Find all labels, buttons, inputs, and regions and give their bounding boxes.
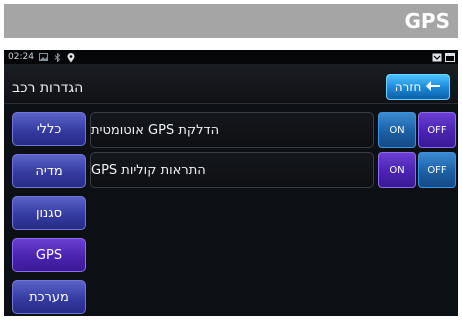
toggle-on-label: ON (389, 164, 405, 176)
setting-label: התראות קוליות GPS (91, 162, 206, 178)
gps-voice-alerts-on-button[interactable]: ON (378, 152, 416, 188)
sidebar-item-system[interactable]: מערכת (12, 280, 86, 314)
page-title: GPS (404, 9, 450, 33)
head-unit-screen: 02:24 חזרה הגדרות רכב כללי מדיה סגנון GP… (4, 50, 458, 316)
toggle-on-label: ON (389, 124, 405, 136)
back-arrow-icon (425, 80, 441, 95)
image-icon (38, 53, 48, 61)
location-pin-icon (67, 53, 76, 63)
gps-auto-start-on-button[interactable]: ON (378, 112, 416, 148)
battery-icon (432, 53, 442, 62)
page-title-bar: GPS (4, 4, 458, 38)
status-time: 02:24 (8, 52, 34, 62)
sidebar-item-label: מערכת (29, 289, 69, 305)
sidebar-item-gps[interactable]: GPS (12, 238, 86, 272)
sidebar-item-general[interactable]: כללי (12, 112, 86, 146)
sidebar-item-label: מדיה (35, 163, 63, 179)
back-button[interactable]: חזרה (386, 74, 450, 100)
window-icon (445, 53, 455, 62)
back-label: חזרה (394, 80, 422, 94)
gps-voice-alerts-off-button[interactable]: OFF (418, 152, 456, 188)
setting-row-gps-auto-start: הדלקת GPS אוטומטית (90, 112, 374, 148)
toggle-off-label: OFF (427, 164, 447, 176)
sidebar-item-label: סגנון (35, 205, 63, 221)
sidebar-item-label: GPS (35, 247, 63, 263)
bluetooth-icon (53, 53, 62, 62)
header-title: הגדרות רכב (12, 80, 84, 96)
gps-auto-start-off-button[interactable]: OFF (418, 112, 456, 148)
sidebar-item-label: כללי (36, 121, 62, 137)
setting-row-gps-voice-alerts: התראות קוליות GPS (90, 152, 374, 188)
sidebar-item-media[interactable]: מדיה (12, 154, 86, 188)
header: חזרה הגדרות רכב (4, 64, 458, 104)
status-bar: 02:24 (4, 50, 458, 64)
sidebar-item-style[interactable]: סגנון (12, 196, 86, 230)
toggle-off-label: OFF (427, 124, 447, 136)
setting-label: הדלקת GPS אוטומטית (91, 122, 220, 138)
